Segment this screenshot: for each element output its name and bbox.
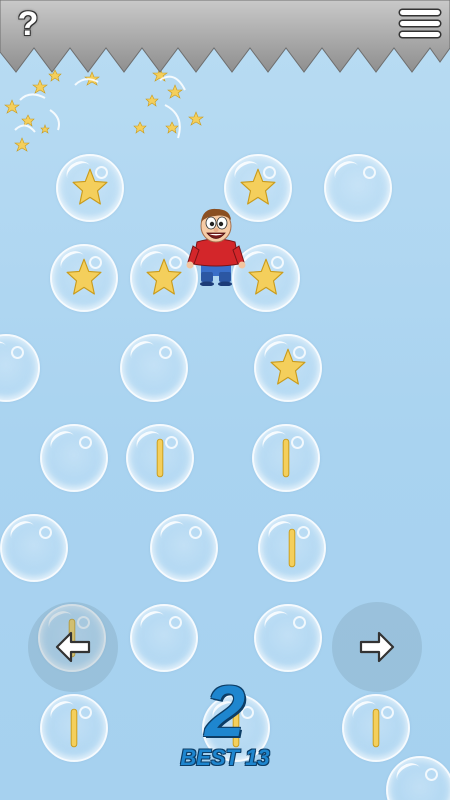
star-particle bbox=[167, 84, 183, 99]
menu-line bbox=[400, 21, 440, 26]
star-particle bbox=[40, 124, 50, 134]
empty-bubble bbox=[130, 604, 198, 672]
star-particle bbox=[21, 114, 35, 127]
star-particle bbox=[32, 79, 48, 94]
bubble-fragment bbox=[14, 124, 36, 133]
star-particle bbox=[4, 99, 20, 114]
empty-bubble bbox=[0, 334, 40, 402]
current-score: 2 bbox=[204, 672, 246, 752]
bar-bubble bbox=[258, 514, 326, 582]
star-particle bbox=[145, 94, 159, 107]
menu-line bbox=[400, 32, 440, 37]
empty-bubble bbox=[254, 604, 322, 672]
best-score: BEST 13 bbox=[180, 745, 270, 770]
arrow-right-icon bbox=[359, 631, 395, 663]
empty-bubble bbox=[150, 514, 218, 582]
bubble-fragment bbox=[159, 75, 186, 91]
bubble-fragment bbox=[164, 104, 181, 139]
star-particle bbox=[165, 121, 179, 134]
star-particle bbox=[188, 111, 204, 126]
empty-bubble bbox=[120, 334, 188, 402]
star-icon bbox=[270, 348, 306, 385]
star-icon bbox=[66, 258, 102, 295]
star-bubble bbox=[50, 244, 118, 312]
spike-ceiling bbox=[0, 0, 450, 78]
bubble-fragment bbox=[49, 109, 60, 131]
arrow-left-icon bbox=[55, 631, 91, 663]
bar-bubble bbox=[252, 424, 320, 492]
menu-line bbox=[400, 10, 440, 15]
empty-bubble bbox=[40, 424, 108, 492]
star-icon bbox=[72, 168, 108, 205]
help-button[interactable]: ? bbox=[8, 4, 48, 44]
star-bubble bbox=[56, 154, 124, 222]
gold-bar-icon bbox=[282, 438, 290, 478]
gold-bar-icon bbox=[288, 528, 296, 568]
hamburger-menu-icon[interactable] bbox=[400, 10, 440, 40]
empty-bubble bbox=[0, 514, 68, 582]
player-character bbox=[186, 208, 246, 286]
star-particle bbox=[14, 137, 30, 152]
star-particle bbox=[133, 121, 147, 134]
star-bubble bbox=[254, 334, 322, 402]
game-board: ? 2 BEST 13 bbox=[0, 0, 450, 800]
bubble-fragment bbox=[19, 93, 46, 101]
gold-bar-icon bbox=[156, 438, 164, 478]
bar-bubble bbox=[126, 424, 194, 492]
empty-bubble bbox=[324, 154, 392, 222]
